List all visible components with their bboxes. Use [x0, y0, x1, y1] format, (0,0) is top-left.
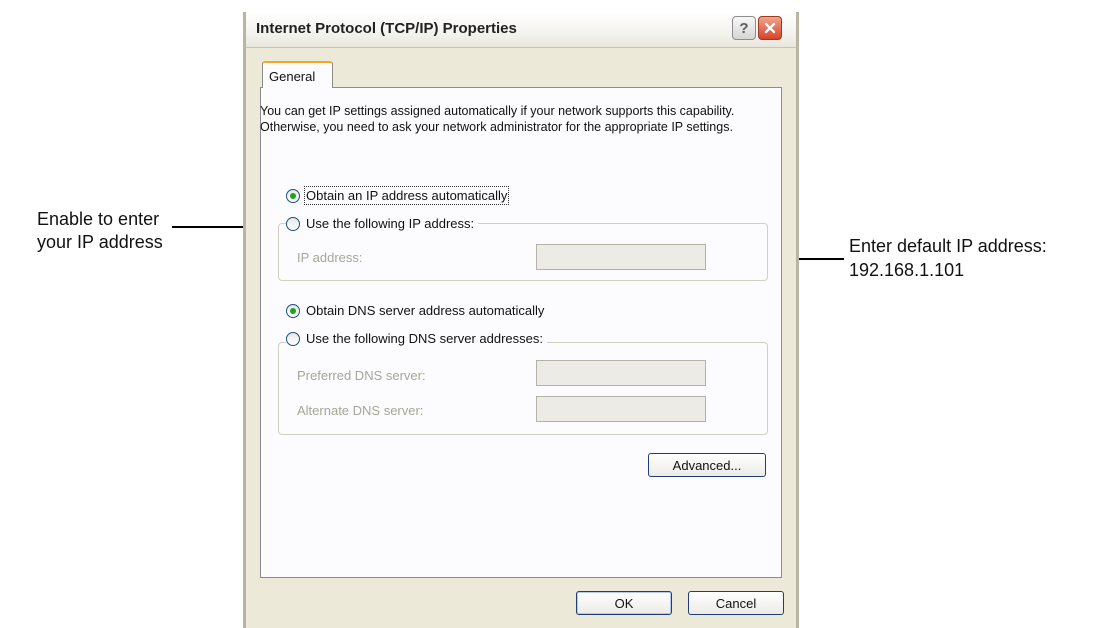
annotation-right-line2: 192.168.1.101 — [849, 260, 965, 280]
radio-label: Use the following DNS server addresses: — [306, 331, 543, 346]
annotation-left-line2: your IP address — [37, 232, 163, 252]
annotation-right-line1: Enter default IP address: — [849, 236, 1047, 256]
preferred-dns-label: Preferred DNS server: — [297, 368, 426, 383]
radio-button-selected[interactable] — [286, 303, 300, 318]
tab-general[interactable]: General — [262, 61, 333, 88]
help-button[interactable]: ? — [732, 16, 756, 40]
radio-obtain-ip-auto[interactable]: Obtain an IP address automatically — [286, 186, 512, 205]
radio-obtain-dns-auto[interactable]: Obtain DNS server address automatically — [286, 303, 549, 318]
radio-button[interactable] — [286, 216, 300, 231]
tcpip-properties-dialog: Internet Protocol (TCP/IP) Properties ? … — [243, 12, 799, 628]
radio-label: Use the following IP address: — [306, 216, 475, 231]
annotation-left-line1: Enable to enter — [37, 209, 160, 229]
dialog-title: Internet Protocol (TCP/IP) Properties — [256, 20, 517, 37]
radio-button-selected[interactable] — [286, 188, 300, 203]
radio-use-following-ip[interactable]: Use the following IP address: — [286, 216, 479, 231]
ok-button[interactable]: OK — [576, 591, 672, 615]
close-button[interactable] — [758, 16, 782, 40]
radio-label: Obtain DNS server address automatically — [306, 303, 545, 318]
alternate-dns-label: Alternate DNS server: — [297, 403, 424, 418]
advanced-button[interactable]: Advanced... — [648, 453, 766, 477]
alternate-dns-input[interactable] — [536, 396, 706, 422]
ip-address-input[interactable] — [536, 244, 706, 270]
cancel-button[interactable]: Cancel — [688, 591, 784, 615]
radio-label: Obtain an IP address automatically — [303, 186, 510, 205]
title-bar: Internet Protocol (TCP/IP) Properties ? — [246, 12, 796, 48]
radio-button[interactable] — [286, 331, 300, 346]
radio-use-following-dns[interactable]: Use the following DNS server addresses: — [286, 331, 547, 346]
description-text: You can get IP settings assigned automat… — [260, 104, 735, 134]
preferred-dns-input[interactable] — [536, 360, 706, 386]
ip-address-label: IP address: — [297, 250, 363, 265]
close-icon — [764, 22, 776, 34]
help-icon: ? — [739, 19, 749, 37]
